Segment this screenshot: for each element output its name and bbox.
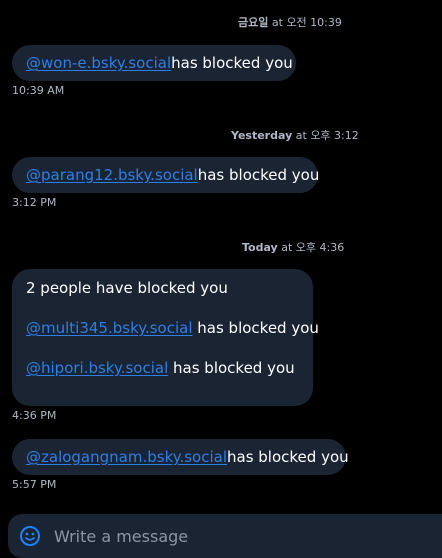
- message-line: @multi345.bsky.social has blocked you: [26, 318, 319, 338]
- message-timestamp: 3:12 PM: [12, 196, 57, 209]
- emoji-smile-icon[interactable]: [18, 524, 42, 548]
- message-input[interactable]: [52, 525, 416, 547]
- message-bubble: @parang12.bsky.social has blocked you: [12, 157, 320, 193]
- mention-link[interactable]: @multi345.bsky.social: [26, 319, 193, 337]
- chat-screen: 금요일 at 오전 10:39 @won-e.bsky.social has b…: [0, 0, 442, 558]
- day-time: 오후 4:36: [295, 241, 345, 254]
- day-label: Today: [242, 241, 278, 254]
- message-text: has blocked you: [171, 54, 293, 72]
- message-text: has blocked you: [168, 359, 295, 377]
- mention-link[interactable]: @hipori.bsky.social: [26, 359, 168, 377]
- message-text: has blocked you: [192, 319, 319, 337]
- message-text: has blocked you: [197, 166, 320, 184]
- at-label: at: [281, 241, 293, 254]
- message-bubble: @won-e.bsky.social has blocked you: [12, 45, 296, 81]
- at-label: at: [271, 16, 283, 29]
- message-bubble: @zalogangnam.bsky.social has blocked you: [12, 439, 349, 475]
- day-separator: Today at 오후 4:36: [242, 239, 344, 255]
- message-timestamp: 4:36 PM: [12, 409, 57, 422]
- message-bubble: 2 people have blocked you @multi345.bsky…: [12, 269, 319, 406]
- day-separator: Yesterday at 오후 3:12: [231, 127, 359, 143]
- day-time: 오전 10:39: [286, 16, 342, 29]
- at-label: at: [295, 129, 307, 142]
- message-text: has blocked you: [227, 448, 349, 466]
- message-header: 2 people have blocked you: [26, 279, 228, 297]
- day-time: 오후 3:12: [310, 129, 359, 142]
- day-label: 금요일: [238, 16, 269, 29]
- day-separator: 금요일 at 오전 10:39: [238, 14, 342, 30]
- message-composer: [8, 514, 442, 558]
- message-line: @hipori.bsky.social has blocked you: [26, 358, 299, 378]
- message-timestamp: 10:39 AM: [12, 84, 65, 97]
- mention-link[interactable]: @zalogangnam.bsky.social: [26, 447, 227, 467]
- mention-link[interactable]: @parang12.bsky.social: [26, 165, 198, 185]
- mention-link[interactable]: @won-e.bsky.social: [26, 53, 171, 73]
- day-label: Yesterday: [231, 129, 293, 142]
- message-timestamp: 5:57 PM: [12, 478, 57, 491]
